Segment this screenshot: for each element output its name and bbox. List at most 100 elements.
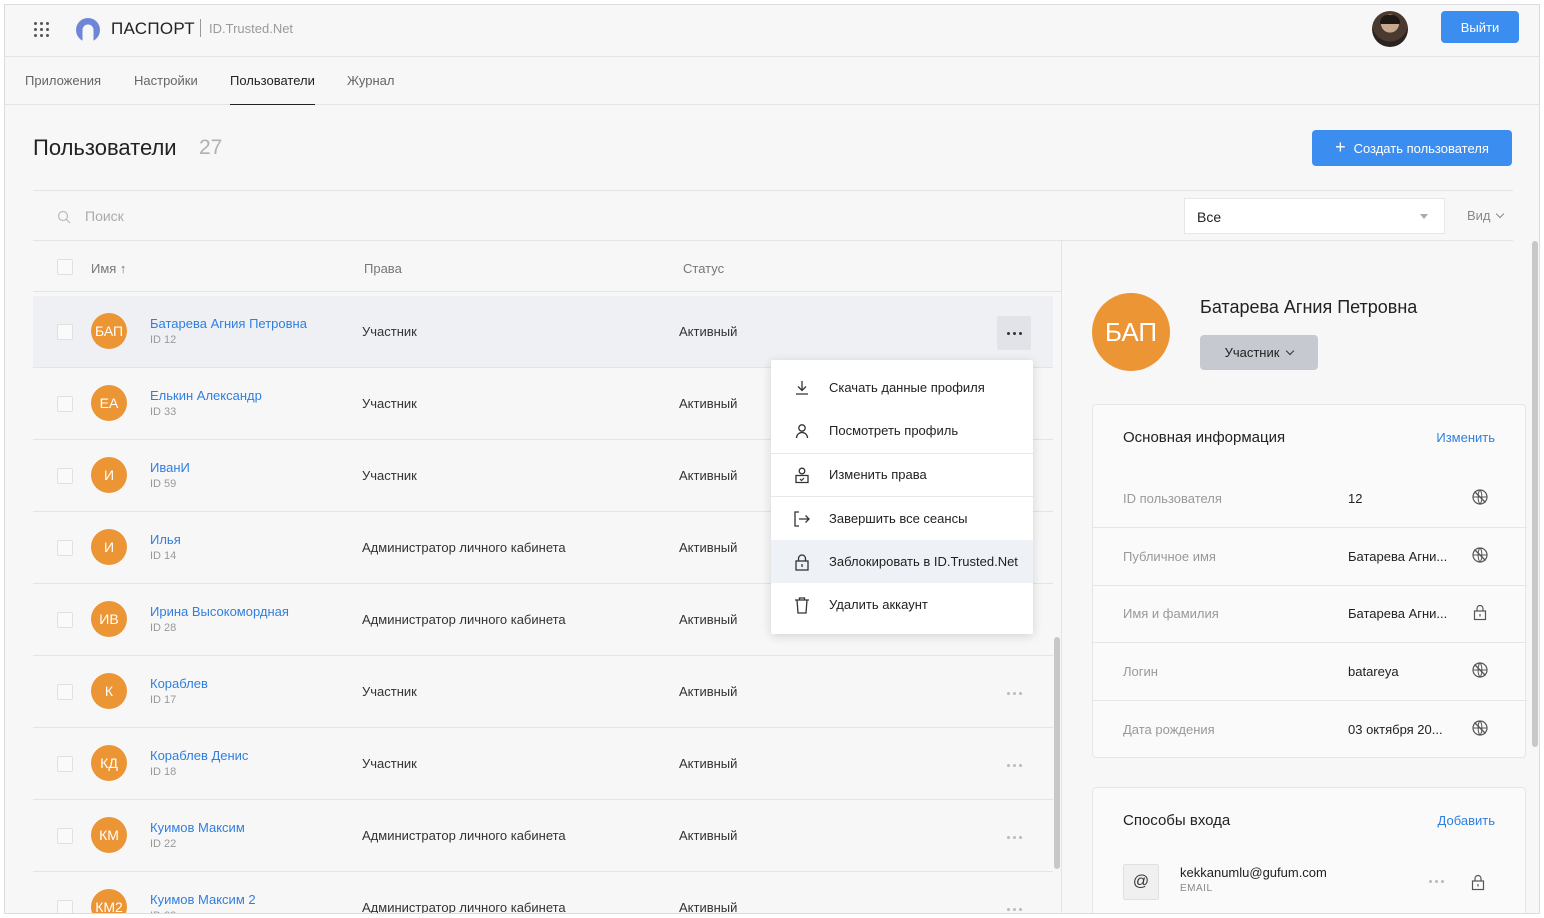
info-label: Публичное имя <box>1123 549 1216 564</box>
view-menu-button[interactable]: Вид <box>1467 208 1504 223</box>
row-checkbox[interactable] <box>57 468 73 484</box>
user-name-link[interactable]: Елькин Александр <box>150 388 262 403</box>
add-login-method-link[interactable]: Добавить <box>1438 813 1495 828</box>
column-rights-header: Права <box>364 261 402 276</box>
menu-item-view-profile[interactable]: Посмотреть профиль <box>771 409 1033 452</box>
globe-off-icon[interactable] <box>1471 488 1489 506</box>
menu-item-delete-account[interactable]: Удалить аккаунт <box>771 583 1033 626</box>
table-row[interactable]: К Кораблев ID 17 Участник Активный <box>33 656 1053 728</box>
info-value: 12 <box>1348 491 1363 506</box>
user-icon <box>795 424 809 439</box>
table-header: Имя ↑ Права Статус <box>33 241 1061 292</box>
menu-item-label: Изменить права <box>829 467 927 482</box>
lock-icon <box>795 554 809 571</box>
menu-item-download-profile[interactable]: Скачать данные профиля <box>771 366 1033 409</box>
tab-journal[interactable]: Журнал <box>347 73 394 105</box>
logout-icon <box>794 511 810 527</box>
info-row-public-name: Публичное имя Батарева Агни... <box>1093 546 1527 607</box>
info-divider <box>1093 642 1527 643</box>
user-rights: Участник <box>362 468 417 483</box>
search-input[interactable] <box>85 205 485 227</box>
row-context-menu: Скачать данные профиля Посмотреть профил… <box>771 360 1033 634</box>
user-id: ID 28 <box>150 622 177 634</box>
search-icon <box>57 210 71 224</box>
login-more-button[interactable] <box>1427 874 1447 888</box>
globe-off-icon[interactable] <box>1471 719 1489 737</box>
login-methods-card: Способы входа Добавить @ kekkanumlu@gufu… <box>1092 787 1526 913</box>
user-id: ID 18 <box>150 766 177 778</box>
lock-icon[interactable] <box>1471 603 1489 621</box>
globe-off-icon[interactable] <box>1471 546 1489 564</box>
user-name-link[interactable]: Куимов Максим <box>150 820 245 835</box>
row-checkbox[interactable] <box>57 828 73 844</box>
info-divider <box>1093 527 1527 528</box>
brand-subtitle: ID.Trusted.Net <box>209 21 294 36</box>
apps-grid-icon[interactable] <box>33 21 51 39</box>
user-name-link[interactable]: Илья <box>150 532 181 547</box>
user-name-link[interactable]: Кораблев <box>150 676 208 691</box>
avatar: ИВ <box>91 601 127 637</box>
info-label: Имя и фамилия <box>1123 606 1219 621</box>
row-checkbox[interactable] <box>57 756 73 772</box>
column-name-header[interactable]: Имя ↑ <box>91 261 126 276</box>
user-rights: Администратор личного кабинета <box>362 900 566 914</box>
logout-button[interactable]: Выйти <box>1441 11 1519 43</box>
divider <box>33 190 1513 191</box>
tab-users[interactable]: Пользователи <box>230 73 315 105</box>
row-more-button[interactable] <box>997 748 1031 782</box>
menu-item-change-rights[interactable]: Изменить права <box>771 453 1033 496</box>
row-more-button[interactable] <box>997 676 1031 710</box>
login-email-value: kekkanumlu@gufum.com <box>1180 865 1327 880</box>
globe-off-icon[interactable] <box>1471 661 1489 679</box>
create-user-button[interactable]: + Создать пользователя <box>1312 130 1512 166</box>
basic-info-card: Основная информация Изменить ID пользова… <box>1092 404 1527 758</box>
menu-item-block-user[interactable]: Заблокировать в ID.Trusted.Net <box>771 540 1033 583</box>
lock-icon[interactable] <box>1469 873 1487 891</box>
user-id: ID 23 <box>150 910 176 913</box>
row-more-button[interactable] <box>997 316 1031 350</box>
column-status-header: Статус <box>683 261 725 276</box>
status-filter-select[interactable]: Все <box>1184 198 1445 234</box>
detail-panel-scrollbar[interactable] <box>1532 241 1538 747</box>
table-row[interactable]: КМ Куимов Максим ID 22 Администратор лич… <box>33 800 1053 872</box>
email-at-icon: @ <box>1123 864 1159 900</box>
info-row-user-id: ID пользователя 12 <box>1093 488 1527 549</box>
table-row[interactable]: КД Кораблев Денис ID 18 Участник Активны… <box>33 728 1053 800</box>
row-more-button[interactable] <box>997 820 1031 854</box>
table-scrollbar[interactable] <box>1054 637 1060 869</box>
user-name-link[interactable]: Кораблев Денис <box>150 748 248 763</box>
menu-item-label: Заблокировать в ID.Trusted.Net <box>829 554 1018 569</box>
avatar: К <box>91 673 127 709</box>
tab-applications[interactable]: Приложения <box>25 73 101 105</box>
row-checkbox[interactable] <box>57 612 73 628</box>
row-checkbox[interactable] <box>57 324 73 340</box>
detail-user-name: Батарева Агния Петровна <box>1200 297 1418 317</box>
role-select-button[interactable]: Участник <box>1200 335 1318 370</box>
info-row-login: Логин batareya <box>1093 661 1527 722</box>
detail-avatar: БАП <box>1092 293 1170 371</box>
basic-info-title: Основная информация <box>1123 429 1286 446</box>
user-status: Активный <box>679 396 738 411</box>
table-row[interactable]: КМ2 Куимов Максим 2 ID 23 Администратор … <box>33 872 1053 914</box>
edit-basic-info-link[interactable]: Изменить <box>1436 430 1495 445</box>
table-row[interactable]: БАП Батарева Агния Петровна ID 12 Участн… <box>33 296 1053 368</box>
users-count: 27 <box>199 136 223 159</box>
select-all-checkbox[interactable] <box>57 259 73 275</box>
row-checkbox[interactable] <box>57 540 73 556</box>
user-rights: Администратор личного кабинета <box>362 612 566 627</box>
user-name-link[interactable]: ИванИ <box>150 460 190 475</box>
caret-down-icon <box>1420 214 1428 219</box>
user-name-link[interactable]: Ирина Высокомордная <box>150 604 289 619</box>
row-checkbox[interactable] <box>57 684 73 700</box>
tab-settings[interactable]: Настройки <box>134 73 198 105</box>
avatar: КМ2 <box>91 889 127 913</box>
user-name-link[interactable]: Куимов Максим 2 <box>150 892 256 907</box>
user-status: Активный <box>679 540 738 555</box>
user-name-link[interactable]: Батарева Агния Петровна <box>150 316 307 331</box>
row-checkbox[interactable] <box>57 900 73 913</box>
menu-item-end-sessions[interactable]: Завершить все сеансы <box>771 497 1033 540</box>
row-checkbox[interactable] <box>57 396 73 412</box>
current-user-avatar[interactable] <box>1372 11 1408 47</box>
avatar: БАП <box>91 313 127 349</box>
row-more-button[interactable] <box>997 892 1031 913</box>
